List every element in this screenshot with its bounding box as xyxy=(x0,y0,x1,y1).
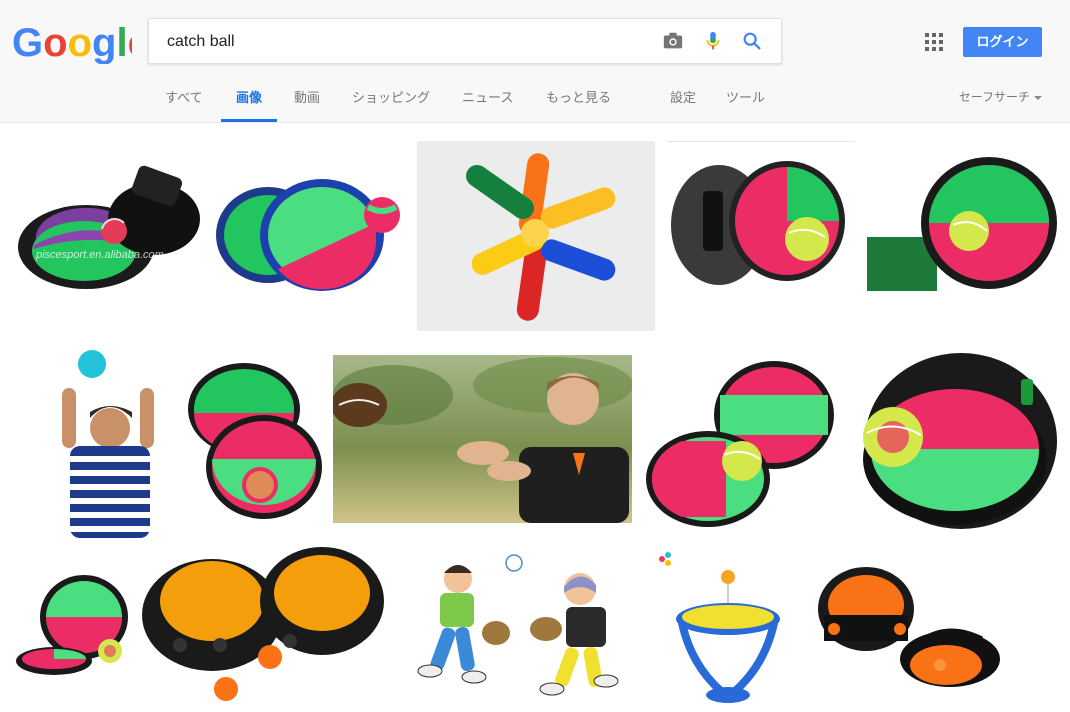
image-result-1[interactable]: piscesport.en.alibaba.com xyxy=(14,149,202,297)
image-result-12[interactable] xyxy=(140,545,388,707)
search-box xyxy=(148,18,782,65)
google-logo[interactable]: Google xyxy=(12,20,150,65)
tab-shopping[interactable]: ショッピング xyxy=(352,80,430,119)
camera-icon[interactable] xyxy=(662,30,684,52)
image-result-2[interactable] xyxy=(212,163,408,299)
image-result-11[interactable] xyxy=(14,569,128,681)
image-result-9[interactable] xyxy=(642,359,842,529)
image-result-13[interactable] xyxy=(396,553,640,703)
search-icon[interactable] xyxy=(741,30,763,52)
image-result-8[interactable] xyxy=(333,355,632,523)
image-result-6[interactable] xyxy=(40,348,182,538)
image-result-5[interactable] xyxy=(867,153,1059,297)
tab-news[interactable]: ニュース xyxy=(462,80,513,119)
caret-down-icon xyxy=(1034,95,1042,100)
tab-tools[interactable]: ツール xyxy=(726,80,765,119)
safesearch-toggle[interactable]: セーフサーチ xyxy=(959,88,1042,105)
image-result-14[interactable] xyxy=(652,549,800,709)
image-result-7[interactable] xyxy=(186,361,326,521)
tab-videos[interactable]: 動画 xyxy=(294,80,320,119)
google-logo-graphic: Google xyxy=(12,21,150,65)
image-result-4[interactable] xyxy=(667,141,855,299)
tab-more[interactable]: もっと見る xyxy=(546,80,611,119)
apps-grid-icon[interactable] xyxy=(925,33,943,51)
microphone-icon[interactable] xyxy=(702,30,724,52)
image-results-grid: piscesport.en.alibaba.com xyxy=(0,123,1070,712)
header-bar: Google xyxy=(0,0,1070,123)
safesearch-label: セーフサーチ xyxy=(958,90,1030,104)
tab-settings[interactable]: 設定 xyxy=(670,80,696,119)
image-result-10[interactable] xyxy=(855,349,1057,531)
search-input[interactable] xyxy=(165,19,649,65)
tab-images[interactable]: 画像 xyxy=(221,80,278,122)
image-watermark: piscesport.en.alibaba.com xyxy=(36,249,164,261)
tab-all[interactable]: すべて xyxy=(165,80,203,119)
image-result-3[interactable] xyxy=(417,141,655,331)
image-result-15[interactable] xyxy=(814,565,1006,691)
login-button[interactable]: ログイン xyxy=(963,27,1042,57)
search-tabs: すべて 画像 動画 ショッピング ニュース もっと見る 設定 ツール セーフサー… xyxy=(0,80,1070,122)
svg-text:Google: Google xyxy=(12,21,132,64)
